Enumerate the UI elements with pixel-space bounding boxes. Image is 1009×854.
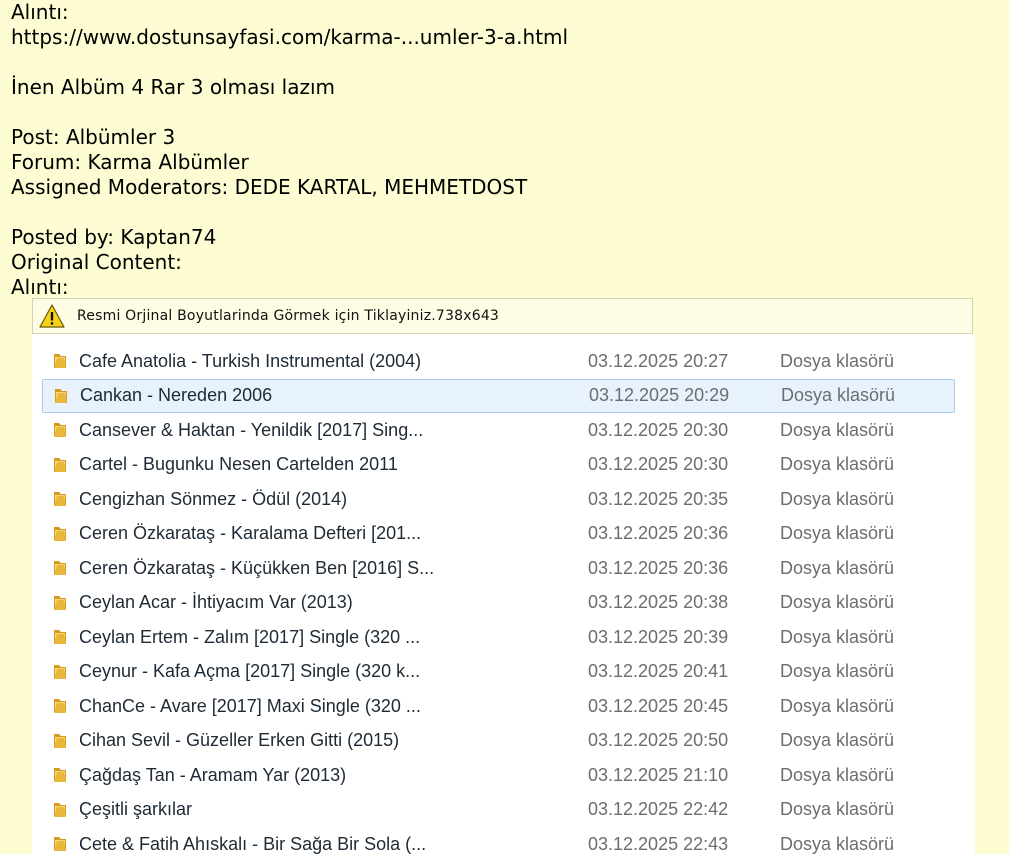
forum-line: Forum: Karma Albümler	[11, 150, 568, 175]
file-type: Dosya klasörü	[781, 385, 895, 406]
folder-icon	[52, 387, 70, 405]
file-type: Dosya klasörü	[780, 696, 894, 717]
file-name: Çeşitli şarkılar	[79, 799, 588, 820]
file-date: 03.12.2025 22:42	[588, 799, 780, 820]
file-date: 03.12.2025 20:29	[589, 385, 781, 406]
file-name: Cartel - Bugunku Nesen Cartelden 2011	[79, 454, 588, 475]
file-name: Cansever & Haktan - Yenildik [2017] Sing…	[79, 420, 588, 441]
file-type: Dosya klasörü	[780, 523, 894, 544]
file-name: Cihan Sevil - Güzeller Erken Gitti (2015…	[79, 730, 588, 751]
file-row[interactable]: Cihan Sevil - Güzeller Erken Gitti (2015…	[42, 724, 955, 758]
file-row[interactable]: Cansever & Haktan - Yenildik [2017] Sing…	[42, 413, 955, 447]
folder-icon	[51, 801, 69, 819]
file-date: 03.12.2025 20:27	[588, 351, 780, 372]
folder-icon	[51, 352, 69, 370]
folder-icon	[51, 421, 69, 439]
file-type: Dosya klasörü	[780, 799, 894, 820]
file-type: Dosya klasörü	[780, 627, 894, 648]
file-date: 03.12.2025 20:38	[588, 592, 780, 613]
folder-icon	[51, 732, 69, 750]
folder-icon	[51, 835, 69, 853]
file-date: 03.12.2025 22:43	[588, 834, 780, 854]
file-row[interactable]: Cafe Anatolia - Turkish Instrumental (20…	[42, 344, 955, 378]
file-date: 03.12.2025 20:50	[588, 730, 780, 751]
file-type: Dosya klasörü	[780, 420, 894, 441]
file-explorer-screenshot[interactable]: Cafe Anatolia - Turkish Instrumental (20…	[32, 334, 975, 854]
folder-icon	[51, 456, 69, 474]
file-type: Dosya klasörü	[780, 454, 894, 475]
file-name: Ceren Özkarataş - Karalama Defteri [201.…	[79, 523, 588, 544]
file-name: Ceren Özkarataş - Küçükken Ben [2016] S.…	[79, 558, 588, 579]
folder-icon	[51, 766, 69, 784]
file-type: Dosya klasörü	[780, 730, 894, 751]
folder-icon	[51, 490, 69, 508]
file-row[interactable]: Cete & Fatih Ahıskalı - Bir Sağa Bir Sol…	[42, 827, 955, 854]
original-content-label: Original Content:	[11, 250, 568, 275]
file-date: 03.12.2025 20:45	[588, 696, 780, 717]
warning-icon	[39, 304, 65, 328]
file-row[interactable]: Ceren Özkarataş - Karalama Defteri [201.…	[42, 517, 955, 551]
file-row[interactable]: Ceynur - Kafa Açma [2017] Single (320 k.…	[42, 655, 955, 689]
file-date: 03.12.2025 21:10	[588, 765, 780, 786]
file-name: Cafe Anatolia - Turkish Instrumental (20…	[79, 351, 588, 372]
file-name: Çağdaş Tan - Aramam Yar (2013)	[79, 765, 588, 786]
file-type: Dosya klasörü	[780, 592, 894, 613]
file-row[interactable]: Ceylan Ertem - Zalım [2017] Single (320 …	[42, 620, 955, 654]
image-resize-notice[interactable]: Resmi Orjinal Boyutlarinda Görmek için T…	[32, 298, 973, 334]
folder-icon	[51, 594, 69, 612]
quote-label: Alıntı:	[11, 275, 568, 300]
file-row[interactable]: Ceren Özkarataş - Küçükken Ben [2016] S.…	[42, 551, 955, 585]
file-row[interactable]: Çağdaş Tan - Aramam Yar (2013)03.12.2025…	[42, 758, 955, 792]
file-name: Ceynur - Kafa Açma [2017] Single (320 k.…	[79, 661, 588, 682]
file-type: Dosya klasörü	[780, 834, 894, 854]
file-type: Dosya klasörü	[780, 351, 894, 372]
file-date: 03.12.2025 20:35	[588, 489, 780, 510]
file-name: Cengizhan Sönmez - Ödül (2014)	[79, 489, 588, 510]
image-notice-text: Resmi Orjinal Boyutlarinda Görmek için T…	[77, 308, 499, 324]
quote-url: https://www.dostunsayfasi.com/karma-...u…	[11, 25, 568, 50]
folder-icon	[51, 663, 69, 681]
file-type: Dosya klasörü	[780, 489, 894, 510]
file-date: 03.12.2025 20:41	[588, 661, 780, 682]
posted-by-line: Posted by: Kaptan74	[11, 225, 568, 250]
file-row[interactable]: Cartel - Bugunku Nesen Cartelden 201103.…	[42, 448, 955, 482]
file-type: Dosya klasörü	[780, 765, 894, 786]
file-row[interactable]: Ceylan Acar - İhtiyacım Var (2013)03.12.…	[42, 586, 955, 620]
quote-label: Alıntı:	[11, 0, 568, 25]
moderators-line: Assigned Moderators: DEDE KARTAL, MEHMET…	[11, 175, 568, 200]
folder-icon	[51, 525, 69, 543]
file-date: 03.12.2025 20:30	[588, 454, 780, 475]
post-title-line: Post: Albümler 3	[11, 125, 568, 150]
folder-icon	[51, 559, 69, 577]
message-text: İnen Albüm 4 Rar 3 olması lazım	[11, 75, 568, 100]
folder-icon	[51, 628, 69, 646]
file-row[interactable]: Cankan - Nereden 200603.12.2025 20:29Dos…	[42, 379, 955, 413]
file-name: Cete & Fatih Ahıskalı - Bir Sağa Bir Sol…	[79, 834, 588, 854]
file-type: Dosya klasörü	[780, 661, 894, 682]
file-date: 03.12.2025 20:36	[588, 523, 780, 544]
file-name: Ceylan Acar - İhtiyacım Var (2013)	[79, 592, 588, 613]
file-name: Ceylan Ertem - Zalım [2017] Single (320 …	[79, 627, 588, 648]
file-name: Cankan - Nereden 2006	[80, 385, 589, 406]
file-date: 03.12.2025 20:30	[588, 420, 780, 441]
file-date: 03.12.2025 20:39	[588, 627, 780, 648]
post-body: Alıntı: https://www.dostunsayfasi.com/ka…	[11, 0, 568, 300]
file-date: 03.12.2025 20:36	[588, 558, 780, 579]
file-row[interactable]: Çeşitli şarkılar03.12.2025 22:42Dosya kl…	[42, 793, 955, 827]
file-row[interactable]: Cengizhan Sönmez - Ödül (2014)03.12.2025…	[42, 482, 955, 516]
file-name: ChanCe - Avare [2017] Maxi Single (320 .…	[79, 696, 588, 717]
file-row[interactable]: ChanCe - Avare [2017] Maxi Single (320 .…	[42, 689, 955, 723]
folder-icon	[51, 697, 69, 715]
file-type: Dosya klasörü	[780, 558, 894, 579]
